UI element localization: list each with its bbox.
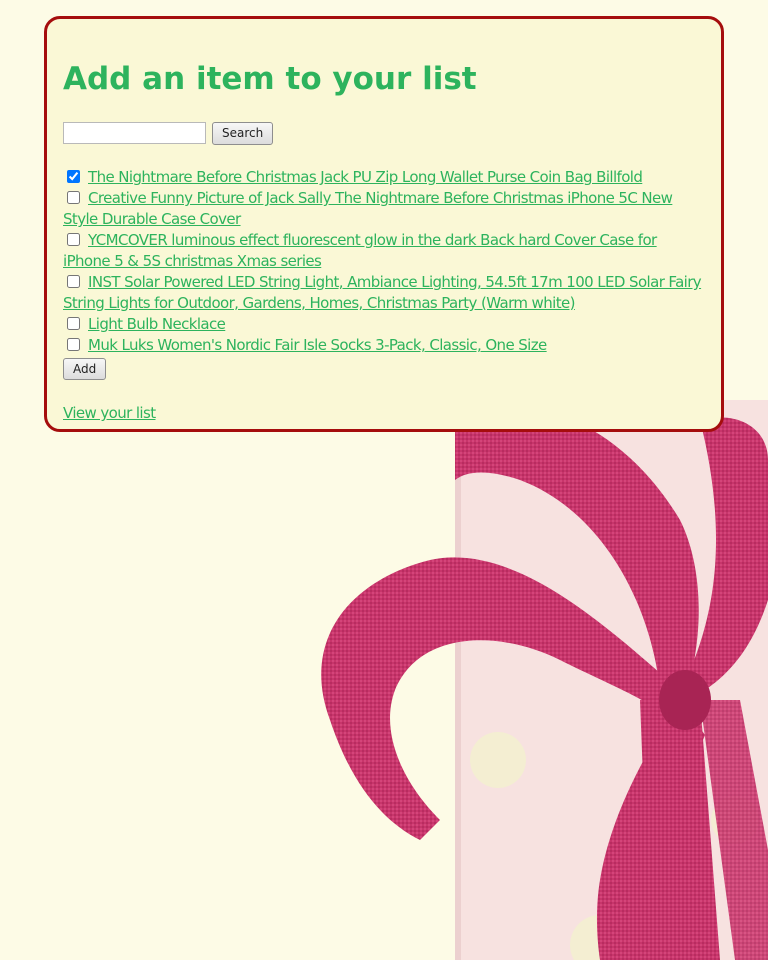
add-button[interactable]: Add xyxy=(63,358,107,380)
search-bar: Search xyxy=(63,121,705,145)
item-link[interactable]: Muk Luks Women's Nordic Fair Isle Socks … xyxy=(88,336,547,354)
add-item-panel: Add an item to your list Search The Nigh… xyxy=(44,16,724,432)
item-checkbox[interactable] xyxy=(67,338,80,351)
view-list-link[interactable]: View your list xyxy=(63,404,156,422)
list-item: Muk Luks Women's Nordic Fair Isle Socks … xyxy=(63,335,705,356)
item-link[interactable]: Creative Funny Picture of Jack Sally The… xyxy=(63,189,673,228)
list-item: The Nightmare Before Christmas Jack PU Z… xyxy=(63,167,705,188)
list-item: INST Solar Powered LED String Light, Amb… xyxy=(63,272,705,314)
search-button[interactable]: Search xyxy=(212,121,274,145)
item-link[interactable]: YCMCOVER luminous effect fluorescent glo… xyxy=(63,231,657,270)
list-item: Light Bulb Necklace xyxy=(63,314,705,335)
list-item: Creative Funny Picture of Jack Sally The… xyxy=(63,188,705,230)
list-item: YCMCOVER luminous effect fluorescent glo… xyxy=(63,230,705,272)
add-row: Add xyxy=(63,358,705,380)
view-list-row: View your list xyxy=(63,403,705,424)
item-link[interactable]: The Nightmare Before Christmas Jack PU Z… xyxy=(88,168,643,186)
item-checkbox[interactable] xyxy=(67,170,80,183)
item-link[interactable]: INST Solar Powered LED String Light, Amb… xyxy=(63,273,702,312)
item-checkbox[interactable] xyxy=(67,191,80,204)
item-checkbox[interactable] xyxy=(67,317,80,330)
page-title: Add an item to your list xyxy=(63,61,477,97)
search-results-list: The Nightmare Before Christmas Jack PU Z… xyxy=(63,167,705,356)
item-link[interactable]: Light Bulb Necklace xyxy=(88,315,226,333)
item-checkbox[interactable] xyxy=(67,233,80,246)
item-checkbox[interactable] xyxy=(67,275,80,288)
search-input[interactable] xyxy=(63,122,206,144)
